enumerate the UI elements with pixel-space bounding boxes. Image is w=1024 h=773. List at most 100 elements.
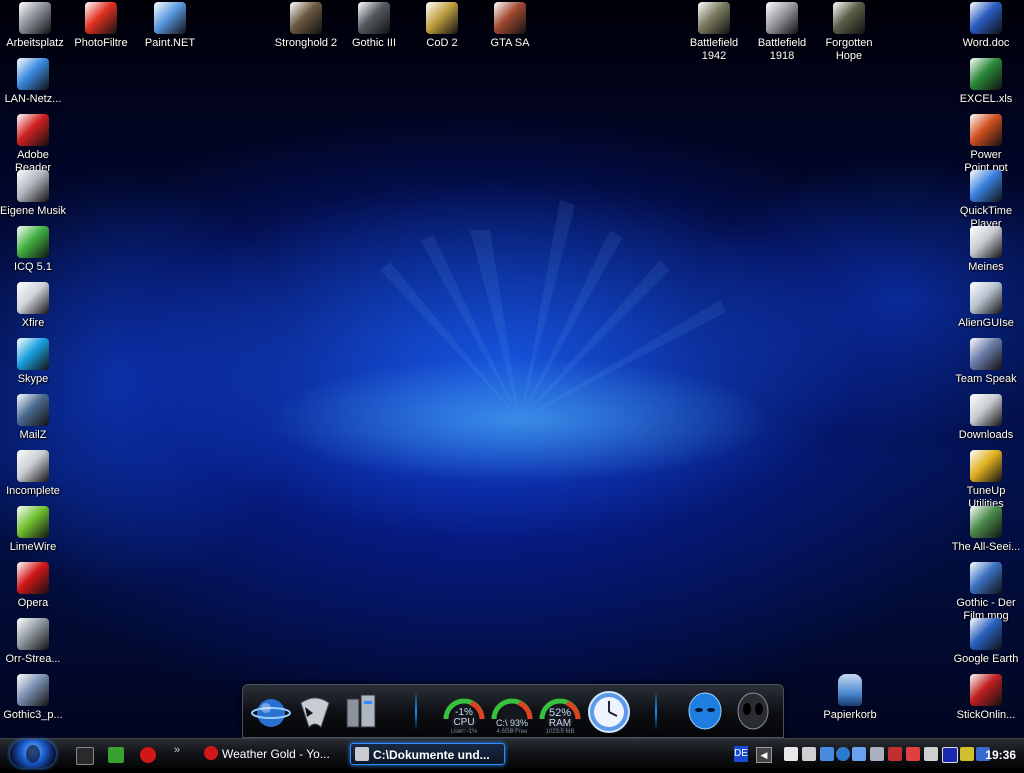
- desktop-icon-top-4[interactable]: Gothic III: [339, 2, 409, 50]
- desktop-icon-right-3[interactable]: Meines: [951, 226, 1021, 274]
- desktop-icon-right-1[interactable]: Power Point.ppt: [951, 114, 1021, 175]
- alien-logo-icon[interactable]: [685, 691, 725, 731]
- desktop-icon-label: MailZ: [19, 429, 47, 441]
- tray-icon[interactable]: [870, 747, 884, 761]
- quicklaunch-more-chevron[interactable]: »: [174, 744, 180, 756]
- desktop-icon-label: Meines: [968, 261, 1004, 273]
- network-icon: [17, 58, 49, 90]
- desktop-icon-left-1[interactable]: Adobe Reader: [0, 114, 68, 175]
- dock-separator: [655, 691, 657, 731]
- desktop-icon-label: StickOnlin...: [956, 709, 1016, 721]
- desktop-icon-left-3[interactable]: ICQ 5.1: [0, 226, 68, 274]
- recycle-bin-icon: [838, 674, 862, 706]
- quicklaunch-opera-icon[interactable]: [140, 747, 156, 763]
- taskbar-clock[interactable]: 19:36: [985, 748, 1016, 762]
- internet-globe-icon[interactable]: [251, 691, 291, 731]
- opera-icon: [17, 562, 49, 594]
- language-indicator[interactable]: DE: [734, 746, 748, 762]
- ram-sub: 1023.5 MB: [545, 729, 575, 735]
- alien-start-icon: [26, 745, 40, 763]
- taskbar-item-weather[interactable]: Weather Gold - Yo...: [200, 743, 340, 765]
- folder-icon: [355, 747, 369, 761]
- desktop-icon-left-2[interactable]: Eigene Musik: [0, 170, 68, 218]
- desktop-icon-label: Papierkorb: [823, 709, 877, 721]
- desktop-icon-label: Google Earth: [953, 653, 1019, 665]
- desktop-icon-label: Battlefield 1918: [757, 37, 807, 62]
- desktop-icon-right-4[interactable]: AlienGUIse: [951, 282, 1021, 330]
- desktop-icon-label: Incomplete: [6, 485, 60, 497]
- desktop-icon-recycle-bin[interactable]: Papierkorb: [815, 674, 885, 722]
- wallpaper-rays: [380, 200, 726, 420]
- desktop-icon-left-5[interactable]: Skype: [0, 338, 68, 386]
- desktop-icon-top-9[interactable]: Forgotten Hope: [814, 2, 884, 63]
- desktop-icon-right-8[interactable]: The All-Seei...: [951, 506, 1021, 554]
- desktop-icon-left-8[interactable]: LimeWire: [0, 506, 68, 554]
- xfire-icon: [17, 282, 49, 314]
- desktop-icon-left-4[interactable]: Xfire: [0, 282, 68, 330]
- quicklaunch-icq-icon[interactable]: [108, 747, 124, 763]
- desktop-icon-top-0[interactable]: Arbeitsplatz: [0, 2, 70, 50]
- shortcut-icon: [17, 674, 49, 706]
- drive-percent: C:\ 93%: [495, 718, 528, 728]
- desktop-icon-label: Gothic3_p...: [3, 709, 63, 721]
- desktop-icon-top-6[interactable]: GTA SA: [475, 2, 545, 50]
- tray-icon[interactable]: [802, 747, 816, 761]
- desktop-icon-right-2[interactable]: QuickTime Player: [951, 170, 1021, 231]
- icq-icon: [17, 226, 49, 258]
- tray-icon[interactable]: [888, 747, 902, 761]
- music-folder-icon: [17, 170, 49, 202]
- excel-icon: [970, 58, 1002, 90]
- tray-icon[interactable]: [784, 747, 798, 761]
- desktop-icon-top-3[interactable]: Stronghold 2: [271, 2, 341, 50]
- soldier-icon: [833, 2, 865, 34]
- start-button[interactable]: [10, 740, 56, 768]
- desktop-icon-left-10[interactable]: Orr-Strea...: [0, 618, 68, 666]
- desktop-icon-label: The All-Seei...: [951, 541, 1021, 553]
- stickonline-icon: [970, 674, 1002, 706]
- tray-icon[interactable]: [852, 747, 866, 761]
- computer-tower-icon[interactable]: [341, 691, 381, 731]
- desktop-icon-top-10[interactable]: Word.doc: [951, 2, 1021, 50]
- desktop-icon-left-9[interactable]: Opera: [0, 562, 68, 610]
- desktop-icon-label: LAN-Netz...: [4, 93, 62, 105]
- desktop-icon-right-5[interactable]: Team Speak: [951, 338, 1021, 386]
- desktop-icon-left-11[interactable]: Gothic3_p...: [0, 674, 68, 722]
- tray-icon[interactable]: [836, 747, 850, 761]
- desktop-icon-label: Orr-Strea...: [5, 653, 61, 665]
- desktop-icon-left-0[interactable]: LAN-Netz...: [0, 58, 68, 106]
- alien-mask-icon[interactable]: [733, 691, 773, 731]
- desktop-icon-top-5[interactable]: CoD 2: [407, 2, 477, 50]
- tray-icon[interactable]: [924, 747, 938, 761]
- desktop-icon-right-7[interactable]: TuneUp Utilities: [951, 450, 1021, 511]
- desktop-icon-right-0[interactable]: EXCEL.xls: [951, 58, 1021, 106]
- photofiltre-icon: [85, 2, 117, 34]
- clock-gadget-icon[interactable]: [587, 690, 630, 733]
- desktop-icon-label: Battlefield 1942: [689, 37, 739, 62]
- alien-head-icon[interactable]: [295, 691, 335, 731]
- powerpoint-icon: [970, 114, 1002, 146]
- desktop-icon-right-6[interactable]: Downloads: [951, 394, 1021, 442]
- tray-expand-button[interactable]: ◀: [756, 747, 772, 763]
- folder-icon: [970, 226, 1002, 258]
- quicklaunch-counter-icon[interactable]: [76, 747, 94, 765]
- desktop-icon-top-2[interactable]: Paint.NET: [135, 2, 205, 50]
- tray-icon[interactable]: [820, 747, 834, 761]
- desktop-icon-left-6[interactable]: MailZ: [0, 394, 68, 442]
- desktop-icon-top-7[interactable]: Battlefield 1942: [679, 2, 749, 63]
- desktop-icon-top-1[interactable]: PhotoFiltre: [66, 2, 136, 50]
- desktop-icon-top-8[interactable]: Battlefield 1918: [747, 2, 817, 63]
- media-file-icon: [970, 562, 1002, 594]
- dock-bar: -1% CPU User: -1% C:\ 93% 4.6GB Free 52%…: [242, 684, 784, 738]
- desktop-icon-right-9[interactable]: Gothic - Der Film.mpg: [951, 562, 1021, 623]
- desktop-icon-label: Word.doc: [962, 37, 1010, 49]
- tray-icon[interactable]: [906, 747, 920, 761]
- desktop-icon-label: Opera: [17, 597, 49, 609]
- stream-icon: [17, 618, 49, 650]
- tray-icon[interactable]: [960, 747, 974, 761]
- dock-separator: [415, 691, 417, 731]
- desktop-icon-right-10[interactable]: Google Earth: [951, 618, 1021, 666]
- desktop-icon-left-7[interactable]: Incomplete: [0, 450, 68, 498]
- tray-icon[interactable]: [942, 747, 958, 763]
- desktop-icon-right-11[interactable]: StickOnlin...: [951, 674, 1021, 722]
- taskbar-item-explorer[interactable]: C:\Dokumente und...: [350, 743, 505, 765]
